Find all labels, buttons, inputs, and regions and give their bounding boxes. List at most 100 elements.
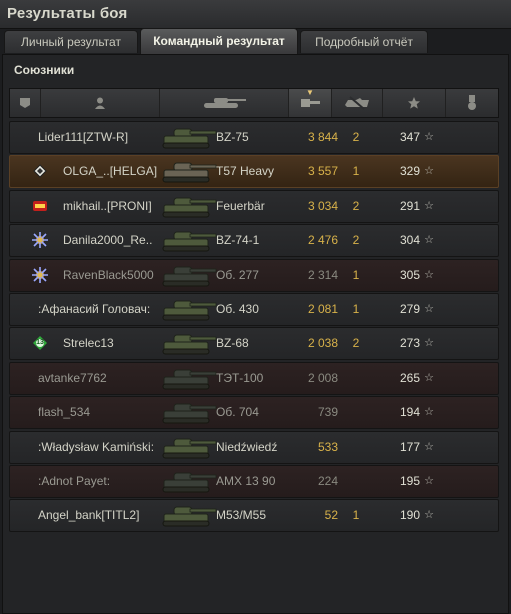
damage-value: 2 038 [307,336,338,351]
player-name[interactable]: avtanke7762 [38,363,168,394]
table-row[interactable]: :Władysław Kamiński: Niedźwiedź 533 177 ☆ [9,430,499,464]
tab-detailed-report[interactable]: Подробный отчёт [300,30,428,53]
tank-name: Об. 430 [216,302,259,316]
kills-value [347,432,365,463]
results-panel: Союзники ▼ Lider111[ZTW-R] BZ-75 3 844 2… [2,54,509,614]
table-row[interactable]: mikhail..[PRONI] Feuerbär 3 034 2 291 ☆ [9,189,499,223]
player-name[interactable]: Danila2000_Re.. [63,225,168,256]
table-row[interactable]: avtanke7762 ТЭТ-100 2 008 265 ☆ [9,361,499,395]
table-row[interactable]: flash_534 Об. 704 739 194 ☆ [9,396,499,430]
column-tank[interactable] [160,89,289,117]
snowflake-clan-icon [32,232,48,249]
damage-value: 224 [317,474,338,488]
tank-name: M53/M55 [216,508,267,523]
tank-name: AMX 13 90 [216,474,276,488]
damage-value: 2 081 [307,302,338,316]
damage-value: 739 [317,405,338,420]
table-row[interactable]: :Афанасий Головач: Об. 430 2 081 1 279 ☆ [9,293,499,326]
tank-image-icon [160,468,218,495]
player-name[interactable]: Angel_bank[TITL2] [38,500,168,531]
tank-image-icon [160,434,218,461]
experience-value: 177 [399,439,420,454]
table-row[interactable]: :Adnot Payet: AMX 13 90 224 195 ☆ [9,465,499,498]
experience-star-icon: ☆ [424,268,434,281]
tank-image-icon [160,365,218,392]
player-name[interactable]: Lider111[ZTW-R] [38,122,168,153]
tank-image-icon [160,502,218,529]
damage-value: 533 [317,439,338,454]
tank-name: Об. 277 [216,267,259,282]
player-name[interactable]: RavenBlack5000 [63,260,168,291]
table-row[interactable]: Lider111[ZTW-R] BZ-75 3 844 2 347 ☆ [9,121,499,154]
experience-star-icon: ☆ [424,337,434,350]
tank-image-icon [160,262,218,289]
damage-value: 2 314 [307,267,338,282]
table-row[interactable]: 13 Strelec13 BZ-68 2 038 2 273 ☆ [9,327,499,361]
player-name[interactable]: :Adnot Payet: [38,466,168,497]
experience-value: 305 [399,267,420,282]
kills-value: 2 [352,198,360,213]
experience-value: 304 [399,233,420,248]
damage-value: 3 844 [307,130,338,144]
tab-bar: Личный результат Командный результат Под… [2,28,507,54]
tank-name: BZ-74-1 [216,233,260,248]
column-damage[interactable]: ▼ [289,89,332,117]
player-name[interactable]: flash_534 [38,397,168,428]
team-title: Союзники [14,63,75,77]
table-row[interactable]: OLGA_..[HELGA] T57 Heavy 3 557 1 329 ☆ [9,155,499,189]
tank-name: BZ-75 [216,130,249,144]
player-name[interactable]: Strelec13 [63,328,168,359]
experience-value: 194 [399,405,420,420]
platoon-icon [20,98,30,108]
tank-image-icon [160,399,218,426]
experience-value: 291 [399,198,420,213]
experience-star-icon: ☆ [424,371,434,384]
column-experience[interactable] [383,89,446,117]
tank-icon [204,98,246,108]
experience-value: 265 [399,370,420,385]
player-name[interactable]: mikhail..[PRONI] [63,191,168,222]
diamond-clan-icon [32,163,48,179]
table-row[interactable]: Angel_bank[TITL2] M53/M55 52 1 190 ☆ [9,499,499,533]
tank-image-icon [160,330,218,357]
kills-value: 2 [352,233,360,248]
medal-icon [468,95,476,110]
tank-image-icon [160,124,218,151]
kills-value [347,397,365,428]
window-titlebar: Результаты боя [0,0,511,29]
kills-value: 1 [352,302,360,316]
tab-personal-result[interactable]: Личный результат [4,30,138,53]
table-row[interactable]: Danila2000_Re.. BZ-74-1 2 476 2 304 ☆ [9,224,499,258]
experience-star-icon [408,97,420,109]
column-platoon[interactable] [10,89,41,117]
player-name[interactable]: OLGA_..[HELGA] [63,156,168,187]
damage-value: 2 008 [307,370,338,385]
player-name[interactable]: :Władysław Kamiński: [38,432,168,463]
damage-icon [301,99,320,107]
table-header: ▼ [9,88,499,118]
red-clan-icon [32,198,48,214]
tank-name: Niedźwiedź [216,439,278,454]
tank-image-icon [160,193,218,220]
column-kills[interactable] [332,89,383,117]
kills-value: 2 [352,130,360,144]
kills-icon [345,96,369,110]
experience-star-icon: ☆ [424,303,434,315]
column-medals[interactable] [446,89,498,117]
experience-value: 329 [399,164,420,179]
table-row[interactable]: RavenBlack5000 Об. 277 2 314 1 305 ☆ [9,258,499,292]
clan-badge-number: 13 [36,339,44,347]
column-player[interactable] [41,89,160,117]
experience-star-icon: ☆ [424,509,434,522]
player-name[interactable]: :Афанасий Головач: [38,294,168,325]
experience-value: 195 [399,474,420,488]
tank-name: BZ-68 [216,336,249,351]
tab-team-result[interactable]: Командный результат [140,28,298,54]
experience-star-icon: ☆ [424,165,434,178]
experience-value: 190 [399,508,420,523]
damage-value: 52 [324,508,338,523]
tank-name: Об. 704 [216,405,259,420]
player-icon [95,97,105,109]
tank-image-icon [160,158,218,185]
window-title: Результаты боя [7,5,128,22]
